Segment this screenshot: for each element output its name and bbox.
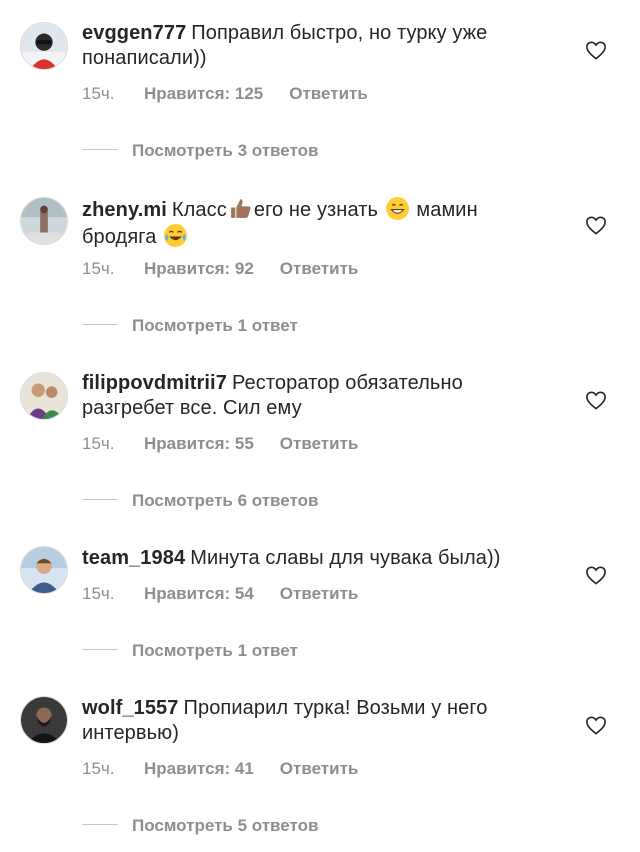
comment-text: zheny.mi Класс его не узнать мамин бродяга xyxy=(82,196,552,250)
comment-time: 15ч. xyxy=(82,84,115,103)
view-replies-label: Посмотреть 3 ответов xyxy=(132,141,319,160)
avatar[interactable] xyxy=(20,197,68,245)
replies-divider xyxy=(82,649,118,651)
comment-text: wolf_1557 Пропиарил турка! Возьми у него … xyxy=(82,696,552,746)
view-replies-label: Посмотреть 5 ответов xyxy=(132,816,319,835)
comment-username[interactable]: filippovdmitrii7 xyxy=(82,372,227,394)
comment-text: team_1984 Минута славы для чувака была)) xyxy=(82,546,552,571)
avatar[interactable] xyxy=(20,372,68,420)
view-replies-link[interactable]: Посмотреть 1 ответ xyxy=(82,641,298,661)
comment-text: filippovdmitrii7 Ресторатор обязательно р… xyxy=(82,371,552,421)
view-replies-label: Посмотреть 1 ответ xyxy=(132,641,298,660)
replies-divider xyxy=(82,149,118,151)
avatar[interactable] xyxy=(20,546,68,594)
replies-divider xyxy=(82,824,118,826)
comment-meta: 15ч. Нравится: 92 Ответить xyxy=(82,259,358,279)
comment-meta: 15ч. Нравится: 54 Ответить xyxy=(82,584,358,604)
comment-meta: 15ч. Нравится: 125 Ответить xyxy=(82,84,368,104)
view-replies-link[interactable]: Посмотреть 1 ответ xyxy=(82,316,298,336)
replies-divider xyxy=(82,499,118,501)
replies-divider xyxy=(82,324,118,326)
likes-count[interactable]: Нравится: 55 xyxy=(144,434,254,454)
heart-icon[interactable] xyxy=(585,215,607,235)
comment-username[interactable]: team_1984 xyxy=(82,547,185,569)
view-replies-link[interactable]: Посмотреть 3 ответов xyxy=(82,141,318,161)
reply-button[interactable]: Ответить xyxy=(280,259,359,279)
heart-icon[interactable] xyxy=(585,40,607,60)
reply-button[interactable]: Ответить xyxy=(280,584,359,604)
reply-button[interactable]: Ответить xyxy=(280,434,359,454)
comment-time: 15ч. xyxy=(82,759,115,778)
view-replies-link[interactable]: Посмотреть 5 ответов xyxy=(82,816,318,836)
comment-body-part1: Класс xyxy=(171,199,227,221)
comment-time: 15ч. xyxy=(82,259,115,278)
likes-count[interactable]: Нравится: 54 xyxy=(144,584,254,604)
heart-icon[interactable] xyxy=(585,565,607,585)
tears-of-joy-emoji-icon xyxy=(163,223,188,248)
likes-count[interactable]: Нравится: 41 xyxy=(144,759,254,779)
thumbs-up-emoji-icon xyxy=(228,196,253,221)
comment-username[interactable]: evggen777 xyxy=(82,22,186,44)
view-replies-label: Посмотреть 6 ответов xyxy=(132,491,319,510)
avatar[interactable] xyxy=(20,696,68,744)
comment-username[interactable]: zheny.mi xyxy=(82,199,167,221)
avatar[interactable] xyxy=(20,22,68,70)
view-replies-label: Посмотреть 1 ответ xyxy=(132,316,298,335)
comment-time: 15ч. xyxy=(82,584,115,603)
comment-meta: 15ч. Нравится: 55 Ответить xyxy=(82,434,358,454)
comment-body-part2: его не узнать xyxy=(253,199,379,221)
likes-count[interactable]: Нравится: 125 xyxy=(144,84,263,104)
reply-button[interactable]: Ответить xyxy=(289,84,368,104)
reply-button[interactable]: Ответить xyxy=(280,759,359,779)
heart-icon[interactable] xyxy=(585,390,607,410)
likes-count[interactable]: Нравится: 92 xyxy=(144,259,254,279)
comment-meta: 15ч. Нравится: 41 Ответить xyxy=(82,759,358,779)
grinning-face-emoji-icon xyxy=(385,196,410,221)
comment-time: 15ч. xyxy=(82,434,115,453)
comment-username[interactable]: wolf_1557 xyxy=(82,697,179,719)
heart-icon[interactable] xyxy=(585,715,607,735)
view-replies-link[interactable]: Посмотреть 6 ответов xyxy=(82,491,318,511)
comment-text: evggen777 Поправил быстро, но турку уже п… xyxy=(82,21,552,71)
comment-body: Минута славы для чувака была)) xyxy=(190,547,501,569)
